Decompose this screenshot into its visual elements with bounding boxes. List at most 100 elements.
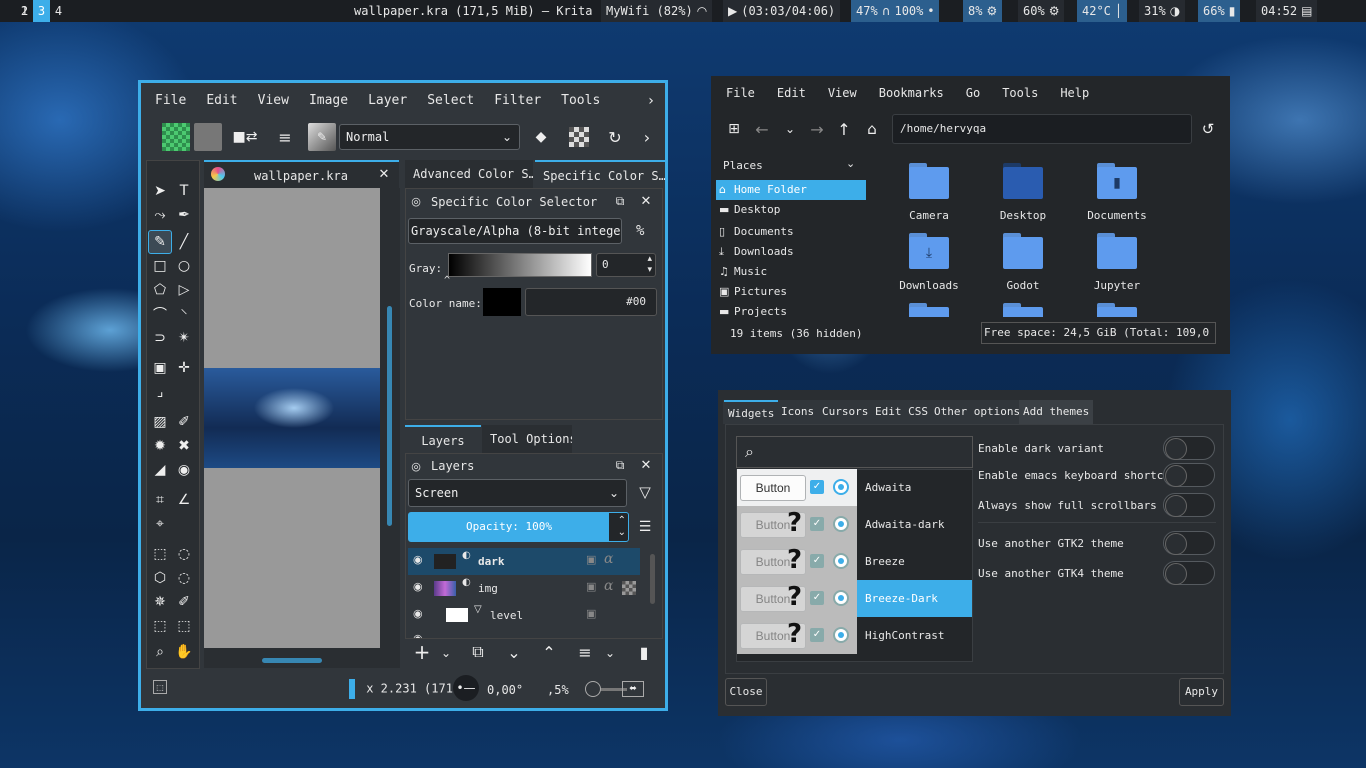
percent-toggle[interactable]: % bbox=[636, 223, 644, 239]
menu-file[interactable]: File bbox=[715, 86, 766, 100]
alpha-lock-icon[interactable] bbox=[622, 581, 636, 595]
menu-filter[interactable]: Filter bbox=[484, 93, 551, 108]
move-tool-icon[interactable]: ✛ bbox=[172, 356, 196, 380]
gradient-tool-icon[interactable]: ▨ bbox=[148, 410, 172, 434]
dark-variant-toggle[interactable] bbox=[1163, 436, 1215, 460]
filter-icon[interactable]: ▽ bbox=[635, 482, 655, 502]
close-docker-icon[interactable]: ✕ bbox=[638, 457, 654, 473]
menu-go[interactable]: Go bbox=[955, 86, 991, 100]
pattern-preset-button[interactable] bbox=[194, 123, 222, 151]
folder-item[interactable]: Jupyter bbox=[1072, 233, 1162, 292]
full-scrollbars-toggle[interactable] bbox=[1163, 493, 1215, 517]
folder-item[interactable] bbox=[978, 303, 1068, 317]
workspace-2[interactable]: 2 bbox=[16, 0, 33, 22]
close-docker-icon[interactable]: ✕ bbox=[638, 193, 654, 209]
brush-options-icon[interactable]: ≡ bbox=[275, 127, 295, 147]
similar-select-icon[interactable]: ✐ bbox=[172, 590, 196, 614]
up-icon[interactable]: ↑ bbox=[835, 120, 853, 139]
polyline-tool-icon[interactable]: ▷ bbox=[172, 278, 196, 302]
fill-tool-icon[interactable]: ◢ bbox=[148, 458, 172, 482]
clock-module[interactable]: 04:52 ▤ bbox=[1256, 0, 1318, 22]
new-tab-icon[interactable]: ⊞ bbox=[725, 120, 743, 138]
menu-select[interactable]: Select bbox=[417, 93, 484, 108]
color-picker-icon[interactable]: ✐ bbox=[172, 410, 196, 434]
duplicate-layer-icon[interactable]: ⧉ bbox=[467, 641, 489, 663]
emacs-shortcuts-toggle[interactable] bbox=[1163, 463, 1215, 487]
place-documents[interactable]: ▯ Documents bbox=[716, 222, 866, 242]
pan-tool-icon[interactable]: ✋ bbox=[172, 640, 196, 664]
lock-icon[interactable]: ▣ bbox=[586, 607, 596, 620]
alpha-icon[interactable]: α bbox=[604, 578, 613, 594]
menu-view[interactable]: View bbox=[817, 86, 868, 100]
transform-tool-icon[interactable]: ▣ bbox=[148, 356, 172, 380]
zoom-tool-icon[interactable]: ⌕ bbox=[148, 640, 172, 664]
spin-arrows-icon[interactable]: ⌃ ⌄ bbox=[618, 515, 626, 539]
line-tool-icon[interactable]: ╱ bbox=[172, 230, 196, 254]
rectangle-tool-icon[interactable]: □ bbox=[148, 254, 172, 278]
close-button[interactable]: Close bbox=[725, 678, 767, 706]
lock-icon[interactable]: ▣ bbox=[586, 580, 596, 593]
float-docker-icon[interactable]: ⧉ bbox=[612, 457, 628, 473]
menu-layer[interactable]: Layer bbox=[358, 93, 417, 108]
float-docker-icon[interactable]: ⧉ bbox=[612, 193, 628, 209]
zoom-slider-handle[interactable] bbox=[585, 681, 601, 697]
gradient-preset-button[interactable] bbox=[162, 123, 190, 151]
menu-help[interactable]: Help bbox=[1049, 86, 1100, 100]
layer-row[interactable]: ◉ … bbox=[408, 629, 640, 638]
toolbar-overflow-icon[interactable]: › bbox=[639, 127, 655, 147]
alpha-icon[interactable]: α bbox=[604, 551, 613, 567]
selection-mode-icon[interactable]: ⬚ bbox=[153, 680, 167, 694]
back-icon[interactable]: ← bbox=[753, 120, 771, 139]
eye-icon[interactable]: ◉ bbox=[413, 607, 423, 620]
ellipse-tool-icon[interactable]: ○ bbox=[172, 254, 196, 278]
color-model-select[interactable]: Grayscale/Alpha (8-bit integer/ bbox=[408, 218, 622, 244]
canvas-horizontal-scrollbar[interactable] bbox=[262, 658, 322, 663]
folder-item[interactable]: Godot bbox=[978, 233, 1068, 292]
theme-row[interactable]: Button ✓ ? Adwaita-dark bbox=[737, 506, 972, 543]
menu-tools[interactable]: Tools bbox=[991, 86, 1049, 100]
theme-row[interactable]: Button ✓ Adwaita bbox=[737, 469, 972, 506]
reference-tool-icon[interactable]: ⌖ bbox=[148, 512, 172, 536]
tab-icons[interactable]: Icons bbox=[777, 400, 818, 424]
close-tab-icon[interactable]: ✕ bbox=[377, 167, 391, 182]
free-space-indicator[interactable]: Free space: 24,5 GiB (Total: 109,0 GiB) bbox=[981, 322, 1216, 344]
bezier-select-icon[interactable]: ⬚ bbox=[148, 614, 172, 638]
blend-mode-select[interactable]: Normal ⌄ bbox=[339, 124, 520, 150]
temperature-module[interactable]: 42°C │ bbox=[1077, 0, 1128, 22]
layer-row[interactable]: ◉ ◐ img ▣ α bbox=[408, 575, 640, 602]
polygon-tool-icon[interactable]: ⬠ bbox=[148, 278, 172, 302]
audio-module[interactable]: 47% ∩ 100% • bbox=[851, 0, 940, 22]
lock-icon[interactable]: ◎ bbox=[410, 195, 422, 208]
workspace-3[interactable]: 3 bbox=[33, 0, 50, 22]
layer-row[interactable]: ◉ ◐ dark ▣ α bbox=[408, 548, 640, 575]
place-music[interactable]: ♫ Music bbox=[716, 262, 866, 282]
theme-search-input[interactable]: ⌕ bbox=[736, 436, 973, 468]
bezier-tool-icon[interactable]: ⌒ bbox=[148, 302, 172, 326]
menu-tools[interactable]: Tools bbox=[551, 93, 610, 108]
tab-layers[interactable]: Layers bbox=[405, 425, 481, 453]
tab-add-themes[interactable]: Add themes bbox=[1019, 400, 1094, 424]
calligraphy-icon[interactable]: ✒ bbox=[172, 203, 196, 227]
opacity-slider[interactable]: Opacity: 100% ⌃ ⌄ bbox=[408, 512, 629, 542]
tab-specific-color[interactable]: Specific Color S… bbox=[535, 160, 665, 188]
eraser-icon[interactable]: ◆ bbox=[531, 127, 551, 147]
location-bar[interactable]: /home/hervyqa bbox=[892, 114, 1192, 144]
rect-select-icon[interactable]: ⬚ bbox=[148, 542, 172, 566]
move-up-icon[interactable]: ⌃ bbox=[538, 641, 560, 663]
history-dropdown-icon[interactable]: ⌄ bbox=[781, 120, 799, 138]
tab-other-options[interactable]: Other options bbox=[930, 400, 1024, 424]
brightness-module[interactable]: 31% ◑ bbox=[1139, 0, 1186, 22]
magnetic-select-icon[interactable]: ⬚ bbox=[172, 614, 196, 638]
freehand-select-icon[interactable]: ◌ bbox=[172, 566, 196, 590]
media-module[interactable]: ▶ (03:03/04:06) bbox=[723, 0, 841, 22]
theme-row[interactable]: Button ✓ ? Breeze-Dark bbox=[737, 580, 972, 617]
folder-item[interactable]: ▮ Documents bbox=[1072, 163, 1162, 222]
gray-slider[interactable] bbox=[448, 253, 592, 277]
eye-icon[interactable]: ◉ bbox=[413, 632, 423, 638]
menu-edit[interactable]: Edit bbox=[196, 93, 247, 108]
assistant-tool-icon[interactable]: ⌗ bbox=[148, 488, 172, 512]
place-desktop[interactable]: ▬ Desktop bbox=[716, 200, 866, 220]
menu-file[interactable]: File bbox=[145, 93, 196, 108]
delete-layer-icon[interactable]: ▮ bbox=[633, 641, 655, 663]
workspace-4[interactable]: 4 bbox=[50, 0, 67, 22]
